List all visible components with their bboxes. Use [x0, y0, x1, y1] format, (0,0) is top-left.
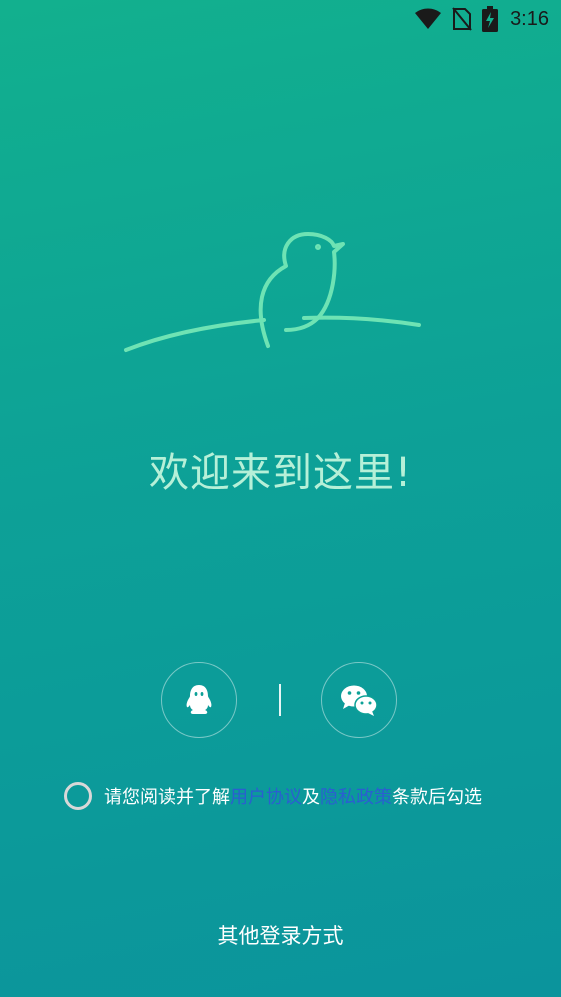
- status-bar: 3:16: [0, 0, 561, 38]
- privacy-policy-link[interactable]: 隐私政策: [320, 783, 392, 809]
- agreement-radio[interactable]: [64, 782, 92, 810]
- agreement-suffix: 条款后勾选: [392, 787, 482, 808]
- qq-icon: [186, 685, 212, 714]
- wifi-icon: [415, 8, 442, 29]
- agreement-prefix: 请您阅读并了解: [104, 787, 230, 808]
- agreement-row: 请您阅读并了解 用户协议 及 隐私政策 条款后勾选: [64, 780, 482, 812]
- welcome-title: 欢迎来到这里!: [148, 450, 413, 496]
- agreement-and: 及: [302, 787, 320, 808]
- qq-login-button[interactable]: [161, 662, 237, 738]
- wechat-login-button[interactable]: [321, 662, 397, 738]
- no-sim-icon: [452, 7, 472, 31]
- wechat-icon: [341, 685, 378, 716]
- bird-on-branch-logo: [124, 232, 421, 352]
- user-agreement-link[interactable]: 用户协议: [230, 783, 302, 809]
- other-login-button[interactable]: 其他登录方式: [0, 920, 561, 950]
- social-divider: [279, 684, 281, 716]
- status-time: 3:16: [510, 7, 549, 30]
- battery-charging-icon: [482, 6, 499, 32]
- status-icons: 3:16: [414, 5, 549, 33]
